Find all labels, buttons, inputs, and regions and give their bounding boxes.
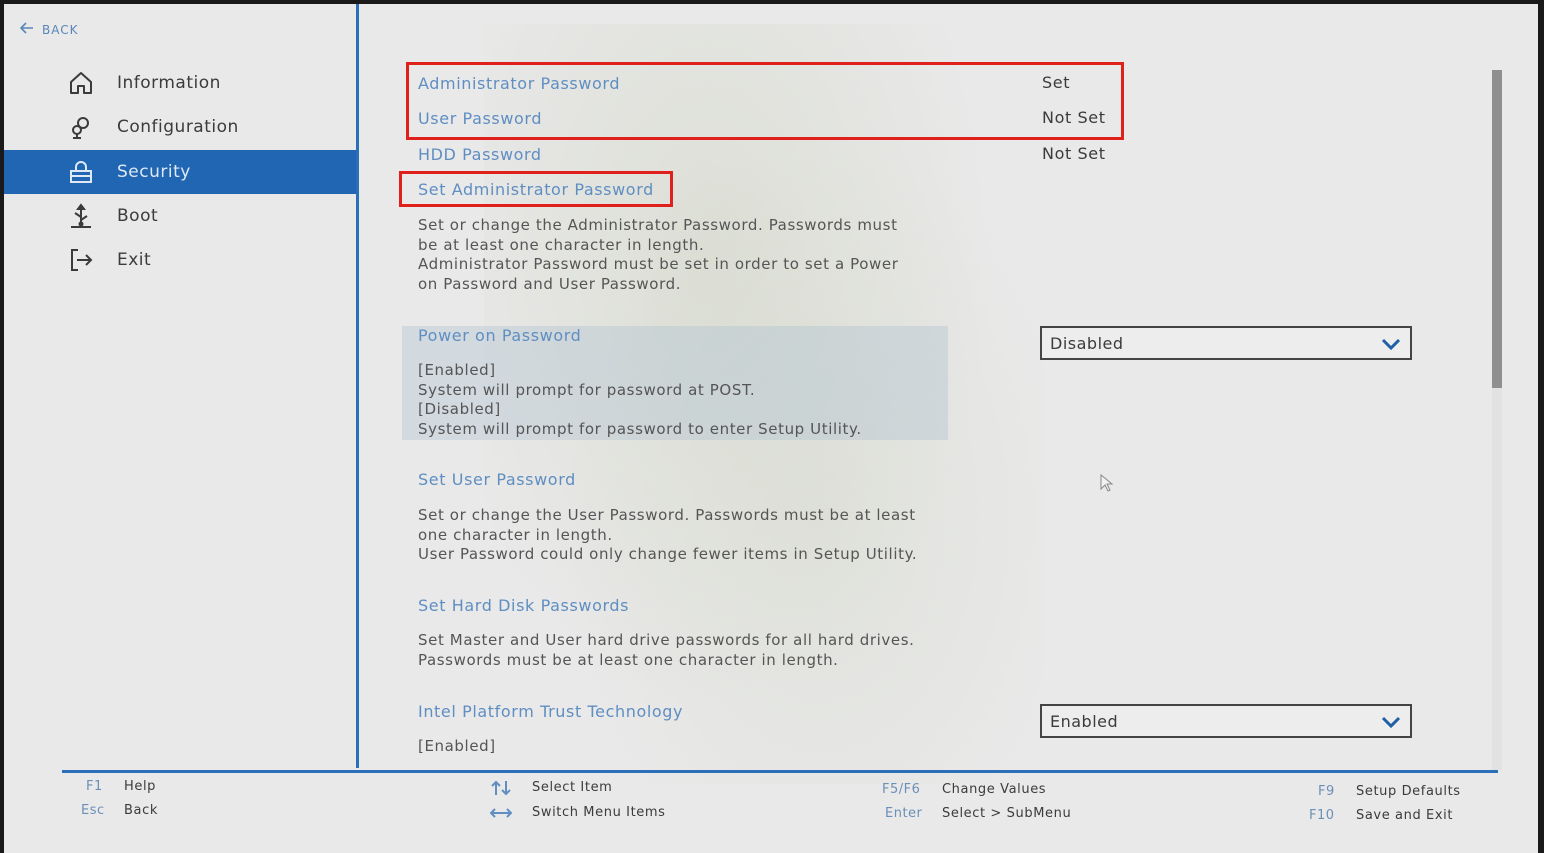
sidebar-item-label: Security (117, 162, 191, 182)
set-user-password-item[interactable]: Set User Password (418, 470, 576, 489)
up-down-arrows-icon (490, 780, 512, 796)
set-hdd-passwords-item[interactable]: Set Hard Disk Passwords (418, 596, 629, 615)
user-password-label: User Password (418, 109, 543, 128)
mouse-cursor-icon (1100, 473, 1114, 492)
switch-menu-label: Switch Menu Items (532, 805, 666, 820)
intel-ptt-label: Intel Platform Trust Technology (418, 702, 684, 721)
sidebar-item-information[interactable]: Information (4, 61, 356, 105)
sidebar-item-label: Configuration (117, 117, 239, 137)
footer-divider (62, 770, 1498, 773)
enter-label: Select > SubMenu (942, 806, 1072, 821)
lock-icon (68, 159, 94, 185)
sidebar-item-boot[interactable]: Boot (4, 194, 356, 238)
set-hdd-passwords-desc: Set Master and User hard drive passwords… (418, 631, 915, 669)
enter-key: Enter (885, 806, 923, 821)
arrow-left-icon (19, 22, 34, 37)
f10-key: F10 (1309, 808, 1335, 823)
sidebar-item-configuration[interactable]: Configuration (4, 105, 356, 149)
dropdown-selected-value: Disabled (1050, 333, 1124, 353)
esc-label: Back (124, 803, 158, 818)
power-on-password-desc: [Enabled] System will prompt for passwor… (418, 361, 862, 438)
home-icon (68, 70, 94, 96)
f9-label: Setup Defaults (1356, 784, 1461, 799)
user-password-value: Not Set (1042, 108, 1106, 127)
intel-ptt-desc: [Enabled] (418, 737, 496, 755)
gears-icon (68, 114, 94, 140)
f1-label: Help (124, 779, 157, 794)
scrollbar-thumb[interactable] (1492, 70, 1502, 388)
sidebar-item-security[interactable]: Security (4, 150, 356, 194)
sidebar-item-label: Exit (117, 250, 152, 270)
f5f6-label: Change Values (942, 782, 1047, 797)
sidebar-item-label: Information (117, 73, 221, 93)
sidebar-item-label: Boot (117, 206, 159, 226)
chevron-down-icon (1380, 334, 1402, 354)
power-on-password-label: Power on Password (418, 326, 582, 345)
left-right-arrows-icon (489, 805, 513, 821)
set-user-password-desc: Set or change the User Password. Passwor… (418, 506, 918, 563)
back-link[interactable]: BACK (19, 22, 79, 37)
hdd-password-value: Not Set (1042, 144, 1106, 163)
set-admin-password-desc: Set or change the Administrator Password… (418, 216, 899, 293)
f1-key: F1 (86, 779, 103, 794)
admin-password-value: Set (1042, 73, 1071, 92)
admin-password-label: Administrator Password (418, 74, 621, 93)
set-admin-password-item[interactable]: Set Administrator Password (418, 180, 654, 199)
power-on-password-dropdown[interactable]: Disabled (1040, 326, 1412, 360)
select-item-label: Select Item (532, 780, 613, 795)
f10-label: Save and Exit (1356, 808, 1454, 823)
back-label: BACK (42, 22, 79, 37)
esc-key: Esc (81, 803, 105, 818)
hdd-password-label: HDD Password (418, 145, 542, 164)
sidebar-item-exit[interactable]: Exit (4, 238, 356, 282)
bios-screen: BACK Information Configuration Security (4, 4, 1538, 853)
dropdown-selected-value: Enabled (1050, 711, 1119, 731)
chevron-down-icon (1380, 712, 1402, 732)
f9-key: F9 (1318, 784, 1335, 799)
exit-icon (68, 247, 94, 273)
intel-ptt-dropdown[interactable]: Enabled (1040, 704, 1412, 738)
usb-icon (68, 203, 94, 229)
sidebar: BACK Information Configuration Security (4, 4, 359, 768)
f5f6-key: F5/F6 (882, 782, 921, 797)
